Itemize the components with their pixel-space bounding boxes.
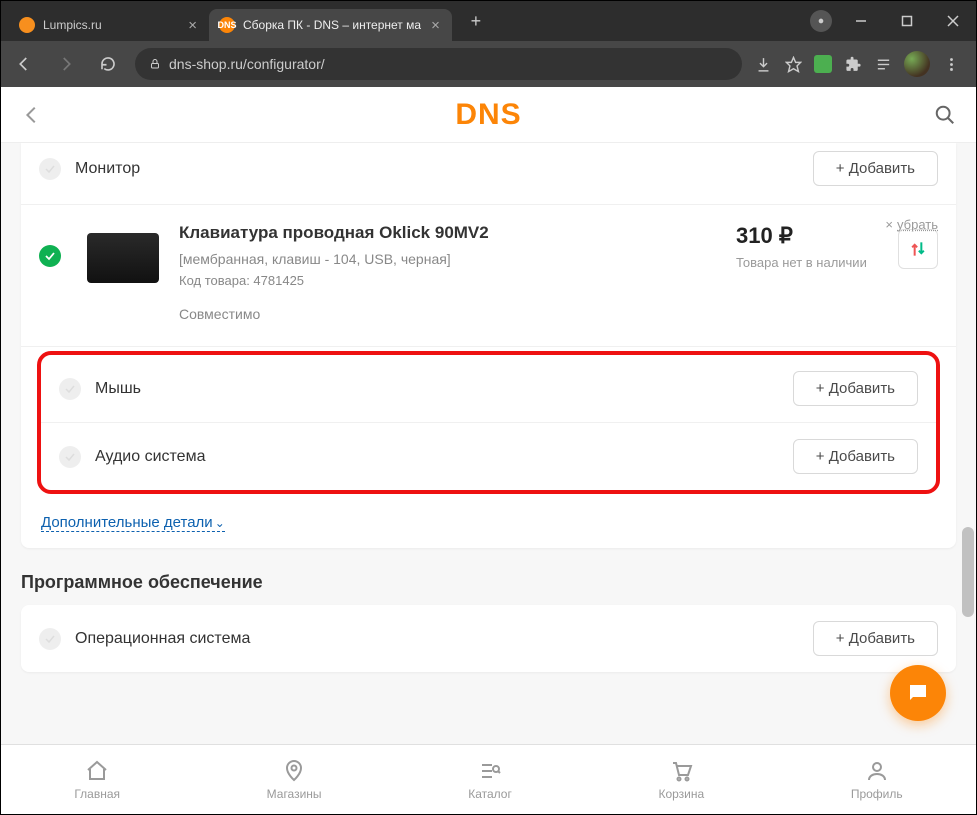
section-software-title: Программное обеспечение: [1, 548, 976, 605]
product-image[interactable]: [87, 233, 159, 283]
close-icon[interactable]: ×: [429, 17, 442, 34]
nav-cart[interactable]: Корзина: [658, 759, 704, 801]
dns-logo[interactable]: DNS: [455, 98, 521, 132]
row-mouse: Мышь + Добавить: [41, 355, 936, 423]
extra-parts-label: Дополнительные детали: [41, 514, 213, 531]
extra-parts-link-row: Дополнительные детали⌄: [21, 498, 956, 548]
favicon-lumpics: [19, 17, 35, 33]
highlight-box: Мышь + Добавить Аудио система + Добавить: [37, 351, 940, 494]
home-icon: [85, 759, 109, 783]
chat-button[interactable]: [890, 665, 946, 721]
row-os: Операционная система + Добавить: [21, 605, 956, 672]
search-icon[interactable]: [934, 104, 956, 126]
cart-icon: [669, 759, 693, 783]
nav-shops[interactable]: Магазины: [267, 759, 322, 801]
profile-icon: [865, 759, 889, 783]
check-circle-icon: [59, 378, 81, 400]
check-circle-icon: [39, 628, 61, 650]
remove-label: убрать: [897, 217, 938, 232]
page-back-button[interactable]: [21, 104, 43, 126]
add-audio-button[interactable]: + Добавить: [793, 439, 918, 474]
window-maximize-button[interactable]: [884, 1, 930, 41]
product-price: 310 ₽: [736, 223, 884, 249]
row-label: Операционная система: [75, 630, 250, 648]
product-spec: [мембранная, клавиш - 104, USB, черная]: [179, 251, 724, 267]
browser-tab-lumpics[interactable]: Lumpics.ru ×: [9, 9, 209, 41]
nav-profile[interactable]: Профиль: [851, 759, 903, 801]
product-code: Код товара: 4781425: [179, 273, 724, 288]
nav-home[interactable]: Главная: [74, 759, 120, 801]
row-label: Монитор: [75, 160, 140, 178]
product-title[interactable]: Клавиатура проводная Oklick 90MV2: [179, 223, 724, 243]
nav-label: Каталог: [468, 787, 512, 801]
row-label: Мышь: [95, 380, 141, 398]
add-mouse-button[interactable]: + Добавить: [793, 371, 918, 406]
address-bar[interactable]: dns-shop.ru/configurator/: [135, 48, 742, 80]
reading-list-icon[interactable]: [874, 55, 892, 73]
close-icon: ×: [885, 217, 893, 232]
software-card: Операционная система + Добавить: [21, 605, 956, 672]
product-compat: Совместимо: [179, 306, 724, 322]
window-close-button[interactable]: [930, 1, 976, 41]
page-header: DNS: [1, 87, 976, 143]
extensions-puzzle-icon[interactable]: [844, 55, 862, 73]
nav-reload-button[interactable]: [93, 55, 123, 73]
check-circle-icon: [39, 245, 61, 267]
tab-title: Lumpics.ru: [43, 18, 178, 32]
bookmark-star-icon[interactable]: [784, 55, 802, 73]
compare-button[interactable]: [898, 229, 938, 269]
row-monitor: Монитор + Добавить: [21, 143, 956, 205]
product-row-keyboard: × убрать Клавиатура проводная Oklick 90M…: [21, 205, 956, 347]
window-minimize-button[interactable]: [838, 1, 884, 41]
new-tab-button[interactable]: +: [462, 7, 490, 35]
nav-catalog[interactable]: Каталог: [468, 759, 512, 801]
lock-icon: [149, 58, 161, 70]
check-circle-icon: [59, 446, 81, 468]
page-content: DNS Монитор + Добавить × убрать: [1, 87, 976, 814]
add-monitor-button[interactable]: + Добавить: [813, 151, 938, 186]
nav-label: Профиль: [851, 787, 903, 801]
nav-forward-button[interactable]: [51, 55, 81, 73]
favicon-dns: DNS: [219, 17, 235, 33]
product-stock: Товара нет в наличии: [736, 255, 884, 270]
nav-back-button[interactable]: [9, 55, 39, 73]
profile-avatar[interactable]: [904, 51, 930, 77]
url-text: dns-shop.ru/configurator/: [169, 56, 325, 72]
tab-title: Сборка ПК - DNS – интернет ма: [243, 18, 421, 32]
add-os-button[interactable]: + Добавить: [813, 621, 938, 656]
row-audio: Аудио система + Добавить: [41, 423, 936, 490]
browser-titlebar: Lumpics.ru × DNS Сборка ПК - DNS – интер…: [1, 1, 976, 41]
nav-label: Главная: [74, 787, 120, 801]
extension-icon[interactable]: [814, 55, 832, 73]
row-label: Аудио система: [95, 448, 205, 466]
catalog-icon: [478, 759, 502, 783]
browser-menu-icon[interactable]: [942, 55, 960, 73]
nav-label: Магазины: [267, 787, 322, 801]
browser-toolbar: dns-shop.ru/configurator/: [1, 41, 976, 87]
check-circle-icon: [39, 158, 61, 180]
bottom-nav: Главная Магазины Каталог Корзина Профиль: [1, 744, 976, 814]
close-icon[interactable]: ×: [186, 17, 199, 34]
remove-product-link[interactable]: × убрать: [885, 217, 938, 232]
location-icon: [282, 759, 306, 783]
scrollbar-thumb[interactable]: [962, 527, 974, 617]
extra-parts-link[interactable]: Дополнительные детали⌄: [41, 514, 225, 532]
install-icon[interactable]: [754, 55, 772, 73]
config-card: Монитор + Добавить × убрать Клавиатура п…: [21, 143, 956, 548]
chevron-down-icon: ⌄: [215, 516, 225, 530]
browser-tab-dns[interactable]: DNS Сборка ПК - DNS – интернет ма ×: [209, 9, 452, 41]
nav-label: Корзина: [658, 787, 704, 801]
incognito-icon: [810, 10, 832, 32]
